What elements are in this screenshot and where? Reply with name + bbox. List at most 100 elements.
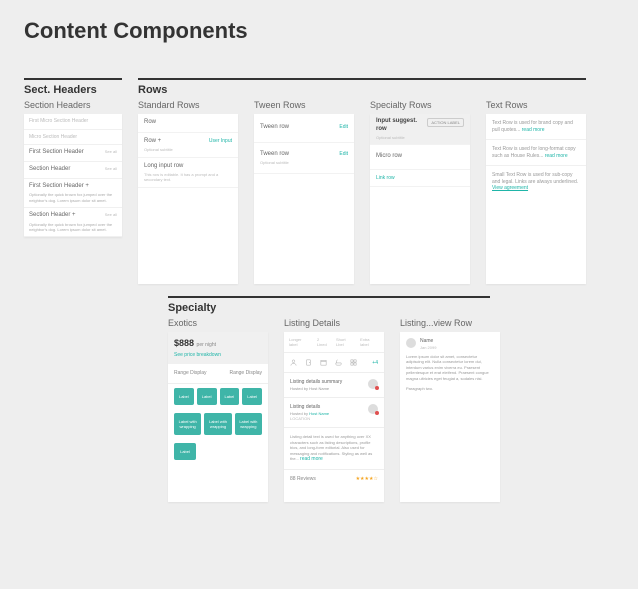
- action-button[interactable]: ACTION LABEL: [427, 118, 464, 127]
- chip-row: Label with wrapping Label with wrapping …: [168, 409, 268, 439]
- chip[interactable]: Label: [242, 388, 262, 405]
- standard-row[interactable]: User Input Row + Optional subtitle: [138, 133, 238, 158]
- see-all-link[interactable]: See all: [105, 149, 117, 154]
- text-rows-col: Text Rows Text Row is used for brand cop…: [486, 100, 586, 284]
- listing-details-row[interactable]: Listing details Hosted by Host Name LOCA…: [284, 398, 384, 428]
- range-cell: Range Display: [229, 370, 262, 377]
- price-breakdown-link[interactable]: See price breakdown: [174, 352, 262, 359]
- range-label: Range Display: [229, 370, 262, 376]
- sect-item-desc: Optionally the quick brown fox jumped ov…: [29, 192, 117, 202]
- standard-rows-card: Row User Input Row + Optional subtitle Lon…: [138, 114, 238, 284]
- edit-action[interactable]: Edit: [339, 151, 348, 158]
- sect-item-desc: Optionally the quick brown fox jumped ov…: [29, 222, 117, 232]
- price-unit: per night: [197, 342, 216, 348]
- row-label: Tween row: [260, 124, 289, 130]
- standard-rows-sub: Standard Rows: [138, 100, 238, 110]
- link-row-label[interactable]: Link row: [376, 175, 395, 181]
- text-row: Text Row is used for brand copy and pull…: [486, 114, 586, 140]
- row-sub: Optional subtitle: [260, 160, 348, 165]
- review-header: Name Jan 2099: [406, 338, 494, 350]
- range-cell: Range Display: [174, 370, 207, 377]
- chip[interactable]: Label with wrapping: [204, 413, 231, 435]
- host-avatar: [368, 379, 378, 389]
- text-row: Small Text Row is used for sub-copy and …: [486, 166, 586, 198]
- row-label: Row +: [144, 138, 161, 144]
- standard-row[interactable]: Long input row This row is editable. It h…: [138, 158, 238, 188]
- sect-item-title: Section Header +: [29, 212, 76, 218]
- listing-sub: Listing Details: [284, 318, 384, 328]
- sect-item: See all Section Header + Optionally the qu…: [24, 208, 122, 237]
- door-icon: [305, 359, 312, 366]
- chip[interactable]: Label: [174, 443, 196, 460]
- chip[interactable]: Label with wrapping: [174, 413, 201, 435]
- grid-icon: [350, 359, 357, 366]
- micro-row[interactable]: Micro row: [370, 145, 470, 170]
- see-all-link[interactable]: See all: [105, 212, 117, 217]
- chip-row: Label: [168, 439, 268, 464]
- reviews-row[interactable]: 88 Reviews ★★★★☆: [284, 469, 384, 489]
- row-action[interactable]: User Input: [209, 138, 232, 145]
- sect-item-title: First Section Header: [29, 149, 84, 155]
- host-name-link[interactable]: Host Name: [309, 411, 329, 416]
- tween-row[interactable]: Edit Tween row Optional subtitle: [254, 143, 354, 174]
- specialty-section: Specialty Exotics $888 per night See pri…: [168, 296, 614, 502]
- review-sub: Listing...view Row: [400, 318, 500, 328]
- listing-card: Longer label 2 Lined Short Lbel Extra la…: [284, 332, 384, 502]
- chip[interactable]: Label: [197, 388, 217, 405]
- tab[interactable]: Extra label: [360, 337, 379, 347]
- sect-item: First Section Header +Optionally the qui…: [24, 179, 122, 208]
- rows-column: Rows Standard Rows Row User InputRow +Op…: [138, 78, 586, 284]
- exotics-col: Exotics $888 per night See price breakdo…: [168, 318, 268, 502]
- exotics-card: $888 per night See price breakdown Range…: [168, 332, 268, 502]
- sect-item-title: First Micro Section Header: [29, 118, 88, 124]
- tab[interactable]: Short Lbel: [336, 337, 354, 347]
- sect-item-title: Micro Section Header: [29, 134, 77, 140]
- row-label: Tween row: [260, 151, 289, 157]
- specialty-rows-col: Specialty Rows ACTION LABEL Input suggest…: [370, 100, 470, 284]
- text-rows-sub: Text Rows: [486, 100, 586, 110]
- tab[interactable]: 2 Lined: [317, 337, 330, 347]
- sect-item-title: Section Header: [29, 166, 70, 172]
- chip[interactable]: Label with wrapping: [235, 413, 262, 435]
- link-row[interactable]: Link row: [370, 170, 470, 188]
- section-headers-column: Sect. Headers Section Headers First Micr…: [24, 78, 122, 284]
- edit-action[interactable]: Edit: [339, 124, 348, 131]
- calendar-icon: [320, 359, 327, 366]
- standard-row[interactable]: Row: [138, 114, 238, 133]
- row-sub: This row is editable. It has a prompt an…: [144, 172, 232, 182]
- specialty-rows-card: ACTION LABEL Input suggest. row Optional s…: [370, 114, 470, 284]
- read-more-link[interactable]: read more: [522, 127, 545, 133]
- listing-summary-row[interactable]: Listing details summary Hosted by Host N…: [284, 373, 384, 398]
- row-sub: Optional subtitle: [376, 135, 464, 140]
- tween-row[interactable]: Edit Tween row: [254, 114, 354, 143]
- tab[interactable]: Longer label: [289, 337, 311, 347]
- input-suggest-row[interactable]: ACTION LABEL Input suggest. row Optional s…: [370, 114, 470, 145]
- row-label: Long input row: [144, 163, 183, 169]
- specialty-rows-sub: Specialty Rows: [370, 100, 470, 110]
- specialty-title: Specialty: [168, 302, 614, 314]
- badge-dot: [375, 411, 379, 415]
- review-row-col: Listing...view Row Name Jan 2099 Lorem i…: [400, 318, 500, 502]
- tween-rows-col: Tween Rows EditTween row EditTween rowOp…: [254, 100, 354, 284]
- row-label: Input suggest. row: [376, 118, 417, 132]
- review-body-2: Paragraph two.: [406, 386, 494, 392]
- row-label: Micro row: [376, 153, 402, 159]
- price-value: $888: [174, 338, 194, 348]
- host-prefix: Hosted by: [290, 411, 308, 416]
- star-rating: ★★★★☆: [356, 476, 378, 483]
- row-sub: Optional subtitle: [144, 147, 232, 152]
- tween-rows-card: Edit Tween row Edit Tween row Optional subt…: [254, 114, 354, 284]
- text-row-copy: Small Text Row is used for sub-copy and …: [492, 172, 578, 185]
- review-date: Jan 2099: [420, 345, 436, 350]
- read-more-link[interactable]: read more: [545, 153, 568, 159]
- view-agreement-link[interactable]: View agreement: [492, 185, 528, 191]
- sect-headers-card: First Micro Section Header Micro Section…: [24, 114, 122, 237]
- chip[interactable]: Label: [220, 388, 240, 405]
- price: $888 per night: [174, 338, 216, 348]
- read-more-link[interactable]: read more: [300, 456, 323, 462]
- see-all-link[interactable]: See all: [105, 166, 117, 171]
- more-count[interactable]: +4: [372, 360, 378, 367]
- listing-body: Listing detail text is used for anything…: [284, 428, 384, 469]
- chip[interactable]: Label: [174, 388, 194, 405]
- sect-headers-sub: Section Headers: [24, 100, 122, 110]
